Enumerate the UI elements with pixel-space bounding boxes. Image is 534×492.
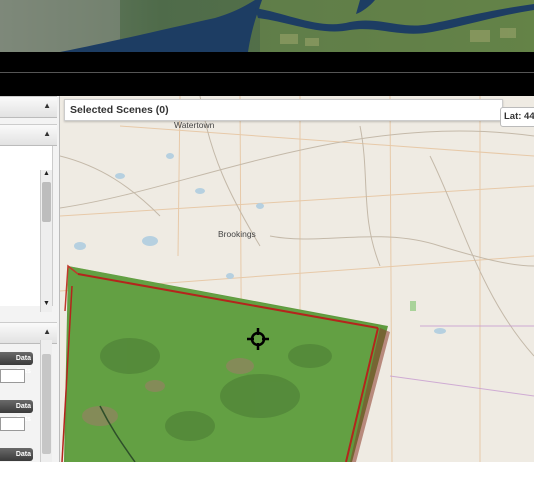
crosshair-icon[interactable] bbox=[247, 328, 269, 350]
left-panel: ▲ ▲ ▲ ▼ ▲ Data Sets Data Sets Data Sets bbox=[0, 96, 60, 471]
collapse-caret-icon[interactable]: ▲ bbox=[43, 101, 51, 110]
lat-readout-text: Lat: 44. bbox=[504, 111, 534, 122]
lat-readout: Lat: 44. bbox=[500, 107, 534, 127]
collapse-caret-icon[interactable]: ▲ bbox=[43, 129, 51, 138]
banner-river-graphic bbox=[0, 0, 534, 52]
data-sets-button[interactable]: Data Sets bbox=[0, 352, 33, 375]
scroll-thumb[interactable] bbox=[42, 354, 51, 454]
scroll-up-icon[interactable]: ▲ bbox=[43, 170, 50, 177]
scroll-thumb[interactable] bbox=[42, 182, 51, 222]
map-canvas[interactable] bbox=[60, 96, 534, 462]
selected-scenes-title: Selected Scenes (0) bbox=[70, 104, 169, 116]
landsat-banner-image bbox=[0, 0, 534, 52]
list-scrollbar[interactable]: ▲ ▼ bbox=[40, 170, 52, 312]
scroll-down-icon[interactable]: ▼ bbox=[43, 300, 50, 307]
datasets-scrollbar[interactable] bbox=[40, 340, 52, 462]
dataset-group: Data Sets bbox=[0, 400, 34, 444]
top-toolbar bbox=[0, 52, 534, 96]
place-label-watertown: Watertown bbox=[174, 120, 215, 130]
data-sets-button[interactable]: Data Sets bbox=[0, 400, 33, 423]
dataset-group: Data Sets bbox=[0, 448, 34, 492]
dataset-input[interactable] bbox=[0, 369, 25, 383]
dataset-group: Data Sets bbox=[0, 352, 34, 396]
panel-header-top[interactable]: ▲ bbox=[0, 96, 57, 118]
dataset-input[interactable] bbox=[0, 417, 25, 431]
data-sets-button[interactable]: Data Sets bbox=[0, 448, 33, 471]
selected-scenes-header[interactable]: Selected Scenes (0) bbox=[64, 99, 503, 121]
basemap-graphic bbox=[60, 96, 534, 462]
collapse-caret-icon[interactable]: ▲ bbox=[43, 327, 51, 336]
place-label-brookings: Brookings bbox=[218, 229, 256, 239]
toolbar-divider bbox=[0, 72, 534, 73]
panel-header-list[interactable]: ▲ bbox=[0, 124, 57, 146]
